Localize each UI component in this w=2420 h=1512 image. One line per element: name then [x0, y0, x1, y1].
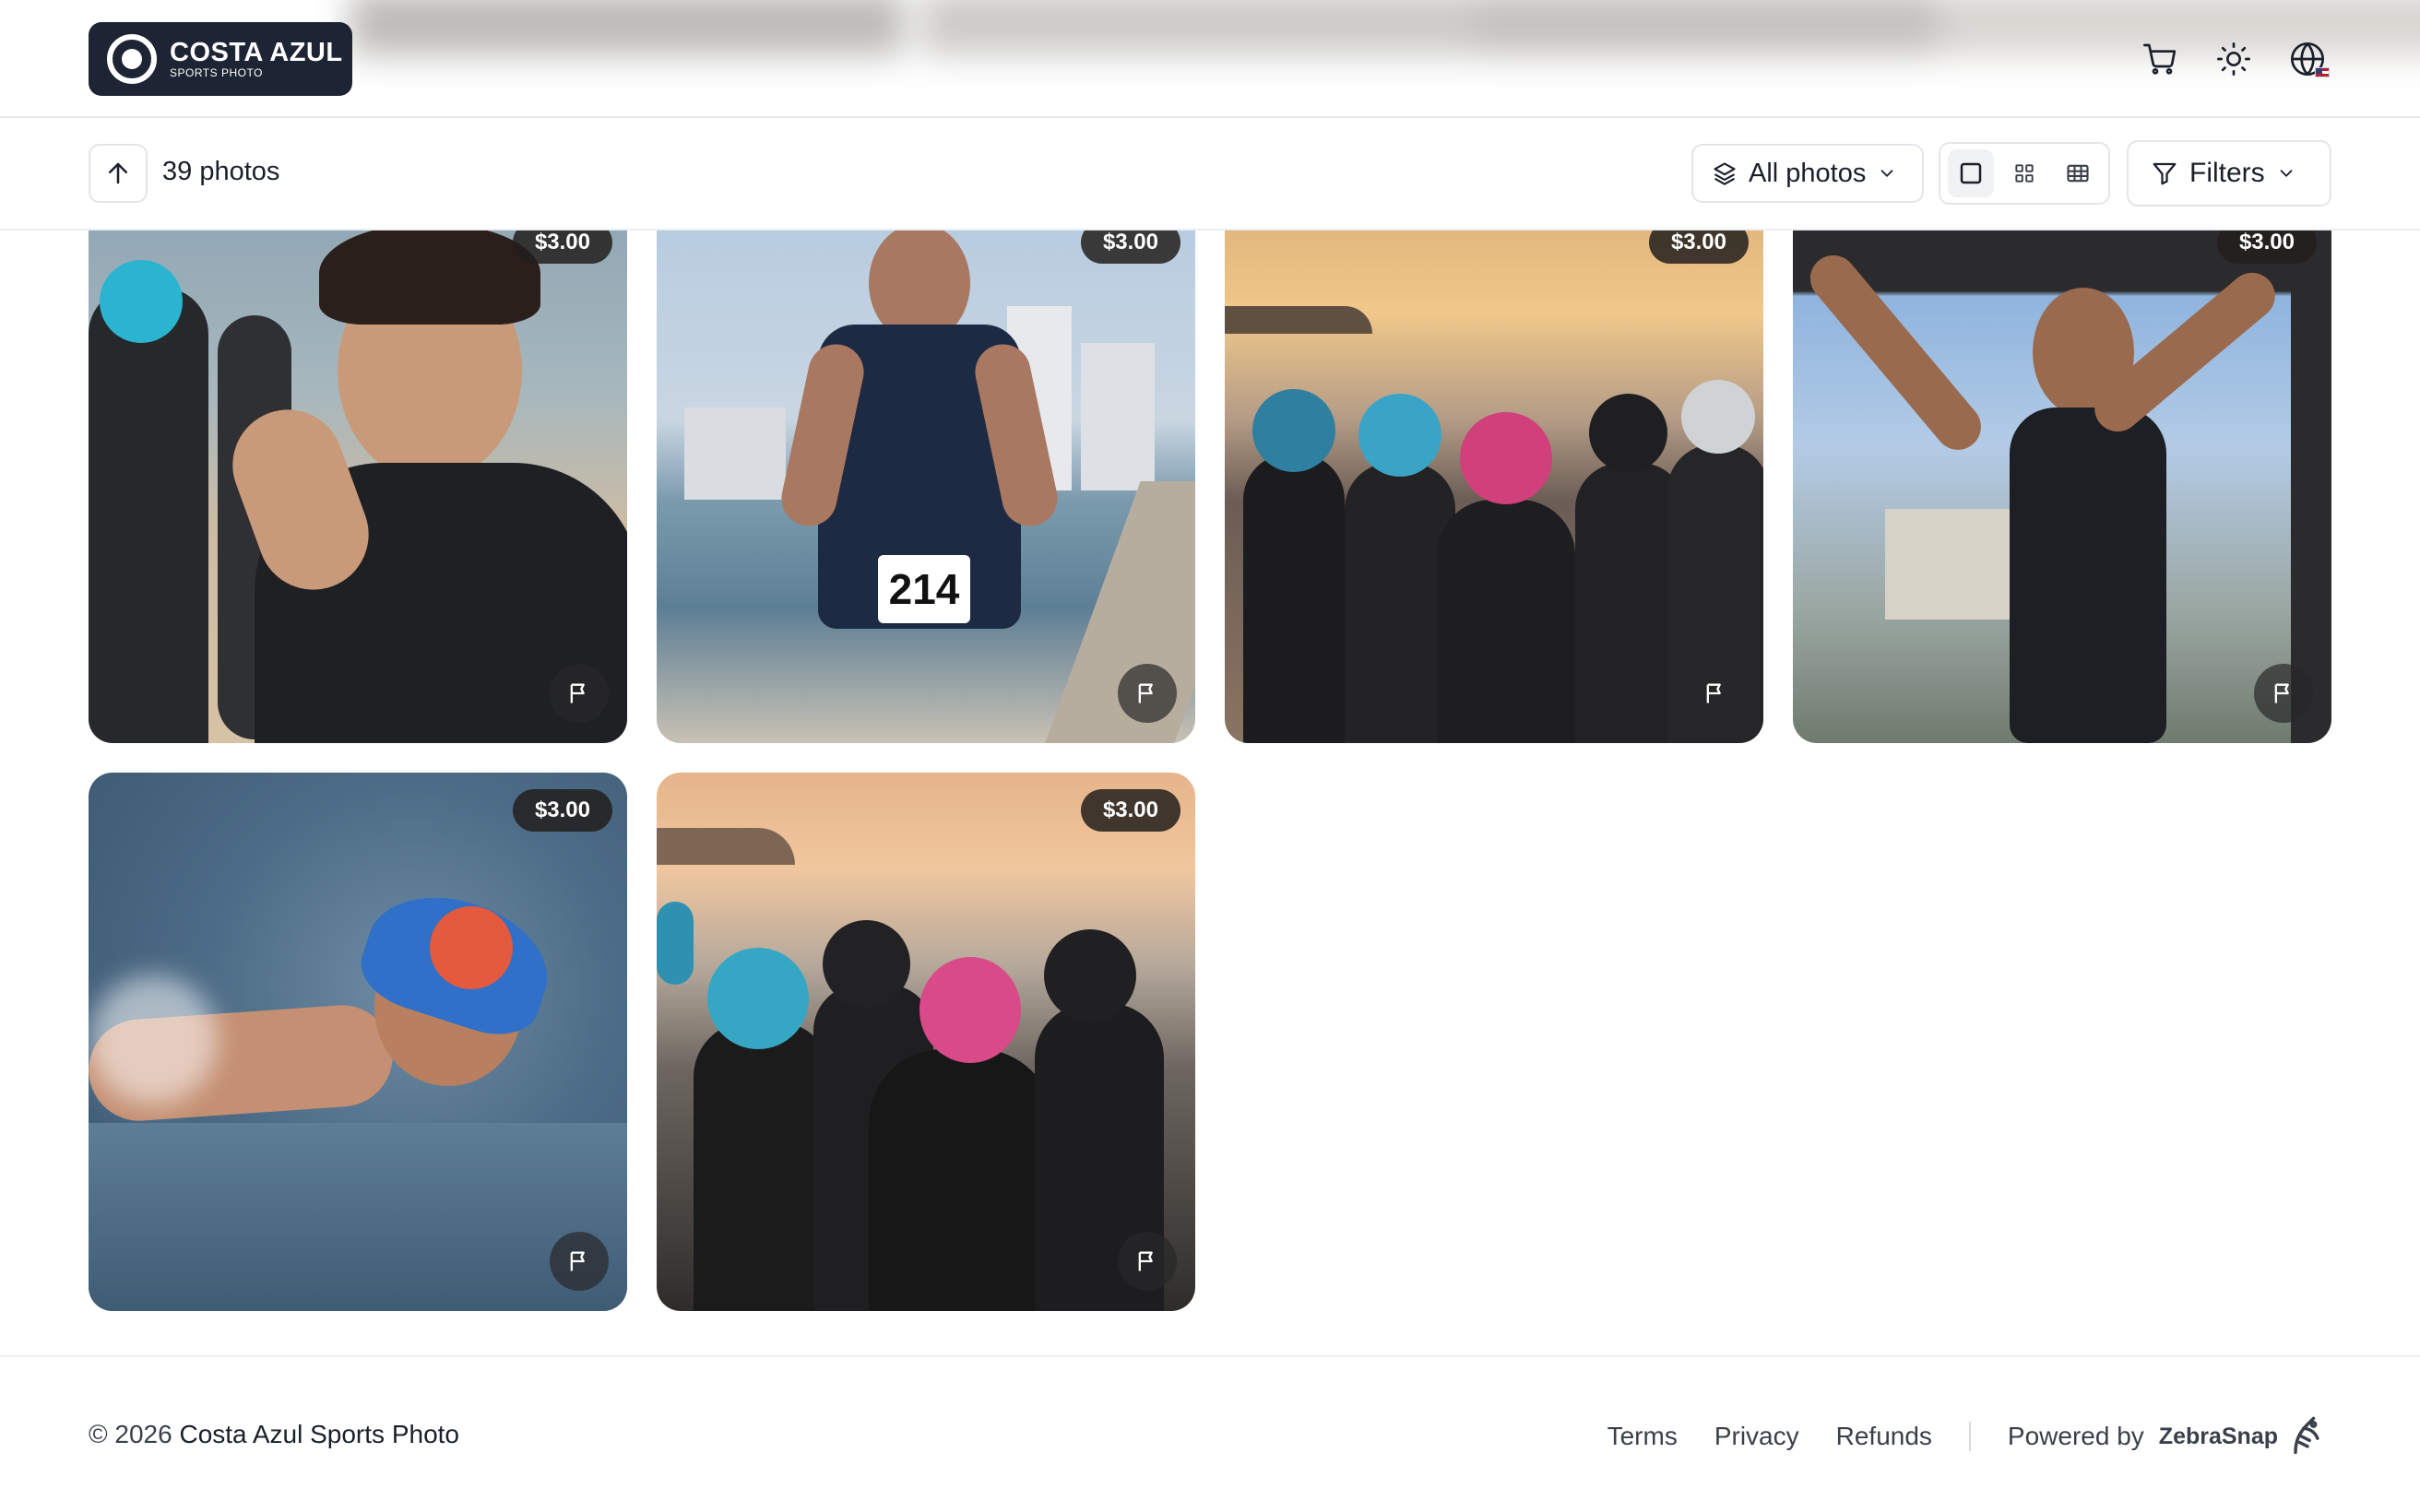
flag-icon — [570, 683, 585, 703]
view-small-grid-button[interactable] — [2001, 149, 2047, 197]
flag-icon — [1138, 683, 1153, 703]
photo-image — [89, 205, 627, 743]
report-button[interactable] — [1686, 664, 1745, 723]
language-selector[interactable] — [2284, 33, 2331, 85]
site-header: COSTA AZUL SPORTS PHOTO — [0, 0, 2420, 118]
back-up-button[interactable] — [89, 144, 148, 203]
zebra-logo-icon — [2294, 1416, 2319, 1455]
header-photo-strip — [0, 0, 2420, 55]
price-badge: $3.00 — [1080, 789, 1180, 832]
report-button[interactable] — [550, 1232, 609, 1291]
site-logo[interactable]: COSTA AZUL SPORTS PHOTO — [89, 22, 352, 96]
cart-icon — [2143, 43, 2177, 75]
chevron-down-icon — [2280, 170, 2293, 178]
copyright-year: © 2026 — [89, 1420, 172, 1448]
theme-toggle[interactable] — [2210, 33, 2258, 85]
arrow-up-icon — [109, 162, 127, 184]
site-footer: © 2026 Costa Azul Sports Photo Terms Pri… — [0, 1355, 2420, 1512]
photo-image: 214 — [657, 205, 1195, 743]
privacy-link[interactable]: Privacy — [1714, 1422, 1799, 1451]
photo-card[interactable]: $3.00 — [1793, 205, 2331, 743]
us-flag-icon — [2315, 67, 2330, 77]
price-badge: $3.00 — [512, 789, 612, 832]
logo-subtitle: SPORTS PHOTO — [170, 66, 263, 79]
photo-image — [1225, 205, 1763, 743]
powered-by-label: Powered by — [2007, 1422, 2144, 1450]
race-bib: 214 — [878, 555, 970, 623]
photo-card[interactable]: $3.00 — [89, 205, 627, 743]
footer-divider — [1968, 1422, 1971, 1451]
flag-icon — [1138, 1251, 1153, 1271]
copyright-brand: Costa Azul Sports Photo — [179, 1420, 459, 1448]
view-list-button[interactable] — [2055, 149, 2101, 197]
filters-button[interactable]: Filters — [2127, 140, 2331, 207]
logo-mark-icon — [107, 34, 157, 84]
report-button[interactable] — [1118, 664, 1177, 723]
copyright: © 2026 Costa Azul Sports Photo — [89, 1420, 459, 1449]
table-icon — [2067, 164, 2089, 183]
flag-icon — [1706, 683, 1721, 703]
photo-image — [1793, 205, 2331, 743]
cart-button[interactable] — [2136, 33, 2184, 85]
grid-icon — [2015, 164, 2034, 183]
report-button[interactable] — [550, 664, 609, 723]
photo-image — [657, 773, 1195, 1311]
flag-icon — [570, 1251, 585, 1271]
photo-card[interactable]: 214 $3.00 — [657, 205, 1195, 743]
gallery-toolbar: 39 photos All photos Filters — [0, 118, 2420, 230]
photo-count: 39 photos — [162, 157, 280, 186]
flag-icon — [2274, 683, 2289, 703]
photo-image — [89, 773, 627, 1311]
layers-icon — [1714, 162, 1736, 185]
refunds-link[interactable]: Refunds — [1836, 1422, 1932, 1451]
photo-grid: $3.00 214 $3.00 $3.00 $3.00 $3.00 $3.00 — [89, 205, 2331, 1311]
terms-link[interactable]: Terms — [1607, 1422, 1678, 1451]
photo-card[interactable]: $3.00 — [657, 773, 1195, 1311]
report-button[interactable] — [2254, 664, 2313, 723]
report-button[interactable] — [1118, 1232, 1177, 1291]
view-mode-toggle — [1939, 142, 2110, 205]
photo-card[interactable]: $3.00 — [1225, 205, 1763, 743]
logo-title: COSTA AZUL — [170, 38, 343, 67]
powered-by-brand[interactable]: ZebraSnap — [2159, 1423, 2278, 1450]
filters-label: Filters — [2189, 158, 2265, 188]
filter-icon — [2153, 162, 2177, 185]
square-icon — [1960, 162, 1982, 184]
sun-icon — [2217, 42, 2250, 76]
view-large-grid-button[interactable] — [1948, 149, 1994, 197]
photo-card[interactable]: $3.00 — [89, 773, 627, 1311]
album-select-label: All photos — [1749, 158, 1867, 188]
album-select[interactable]: All photos — [1691, 144, 1924, 203]
chevron-down-icon — [1880, 170, 1893, 178]
